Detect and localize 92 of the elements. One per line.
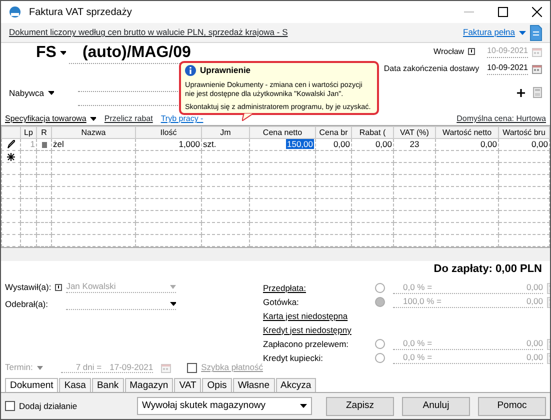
term-date: 17-09-2021 xyxy=(110,362,154,372)
payment-label: Kredyt kupiecki: xyxy=(263,352,324,364)
tooltip-title: Uprawnienie xyxy=(200,66,251,75)
table-cell: 23 xyxy=(410,140,420,149)
table-cell: 0,00 xyxy=(375,140,392,149)
delivery-date-label: Data zakończenia dostawy xyxy=(384,62,480,74)
payment-link[interactable]: Przedpłata: xyxy=(263,282,375,294)
checkbox-label: Dodaj działanie xyxy=(19,400,78,412)
tab[interactable]: Własne xyxy=(232,378,274,392)
checkbox[interactable] xyxy=(5,401,15,411)
column-header[interactable]: Wartość netto xyxy=(436,126,498,138)
column-header[interactable]: Rabat ( xyxy=(352,126,394,138)
payment-amount: 0,00 xyxy=(526,282,543,293)
tab[interactable]: Kasa xyxy=(59,378,91,392)
tab[interactable]: Opis xyxy=(202,378,232,392)
calendar-icon[interactable] xyxy=(161,362,172,373)
document-number: (auto)/MAG/09 xyxy=(82,45,191,61)
asterisk-icon xyxy=(7,152,15,161)
checkbox[interactable] xyxy=(187,362,198,373)
tab[interactable]: Magazyn xyxy=(124,378,174,392)
caret-icon xyxy=(90,117,96,121)
column-header[interactable]: Wartość bru xyxy=(498,126,550,138)
payment-amount: 0,00 xyxy=(526,296,543,307)
invoice-type-link[interactable]: Faktura pełna xyxy=(463,26,526,39)
radio-button[interactable] xyxy=(375,283,385,293)
table-cell: 1,000 xyxy=(178,140,200,149)
info-icon xyxy=(55,284,62,291)
radio-button[interactable] xyxy=(375,339,385,349)
tab[interactable]: Dokument xyxy=(5,378,58,392)
issued-by-label: Wystawił(a): xyxy=(5,281,52,294)
calendar-icon[interactable] xyxy=(532,46,542,56)
default-price-link[interactable]: Domyślna cena: Hurtowa xyxy=(456,113,546,125)
table-cell: żel xyxy=(53,140,64,149)
stock-effect-dropdown[interactable]: Wywołaj skutek magazynowy xyxy=(137,397,312,415)
info-icon xyxy=(185,65,196,76)
caret-icon xyxy=(519,30,526,34)
tab[interactable]: VAT xyxy=(174,378,202,392)
dialog-button[interactable]: Anuluj xyxy=(402,396,470,416)
percent-value: 0,0 % = xyxy=(403,338,432,349)
document-info-link[interactable]: Dokument liczony według cen brutto w walucie PLN, sprzedaż krajowa - S xyxy=(9,26,288,39)
amount-due: Do zapłaty: 0,00 PLN xyxy=(434,262,542,277)
table-cell: 0,00 xyxy=(480,140,497,149)
radio-button[interactable] xyxy=(375,297,385,307)
column-header[interactable]: Jm xyxy=(202,126,250,138)
maximize-icon[interactable] xyxy=(498,7,508,17)
table-cell: 0,00 xyxy=(531,140,548,149)
work-mode-link[interactable]: Tryb pracy - xyxy=(160,113,204,125)
percent-value: 0,0 % = xyxy=(403,352,432,363)
column-header[interactable]: Nazwa xyxy=(52,126,136,138)
table-cell: 0,00 xyxy=(333,140,350,149)
delivery-date-field[interactable]: 10-09-2021 xyxy=(487,62,528,75)
column-header[interactable]: VAT (%) xyxy=(394,126,436,138)
close-icon[interactable] xyxy=(532,7,542,17)
column-header[interactable]: Cena br xyxy=(316,126,352,138)
calculator-icon[interactable] xyxy=(533,87,542,98)
recalculate-discount-link[interactable]: Przelicz rabat xyxy=(104,113,153,125)
tab[interactable]: Bank xyxy=(92,378,124,392)
column-header[interactable]: Ilość xyxy=(136,126,202,138)
dialog-button[interactable]: Pomoc xyxy=(478,396,546,416)
dialog-button[interactable]: Zapisz xyxy=(326,396,394,416)
place-label: Wrocław xyxy=(434,46,464,58)
payment-label: Gotówka: xyxy=(263,296,300,308)
caret-icon xyxy=(170,284,176,289)
payment-amount: 0,00 xyxy=(526,352,543,363)
caret-icon xyxy=(170,302,176,306)
term-days: 7 dni = xyxy=(76,362,102,372)
plus-icon[interactable] xyxy=(517,88,525,96)
caret-icon xyxy=(60,51,66,55)
caret-icon xyxy=(300,404,307,408)
table-cell: 1 xyxy=(30,140,35,149)
calendar-icon[interactable] xyxy=(532,64,542,74)
payment-amount: 0,00 xyxy=(526,338,543,349)
column-header[interactable]: R xyxy=(36,126,52,138)
radio-button[interactable] xyxy=(375,353,385,363)
received-by-label: Odebrał(a): xyxy=(5,298,48,310)
document-type-dropdown[interactable]: FS xyxy=(36,45,66,61)
info-icon xyxy=(468,48,476,55)
table-cell: szt. xyxy=(203,140,216,149)
payment-label: Zapłacono przelewem: xyxy=(263,338,350,350)
payment-link[interactable]: Kredyt jest niedostępny xyxy=(263,324,375,336)
payment-link[interactable]: Karta jest niedostępna xyxy=(263,310,375,322)
buyer-dropdown[interactable]: Nabywca xyxy=(9,80,54,106)
specification-dropdown[interactable]: Specyfikacja towarowa xyxy=(5,113,96,125)
column-header[interactable]: Cena netto xyxy=(250,126,316,138)
app-icon xyxy=(9,6,21,18)
tab[interactable]: Akcyza xyxy=(276,378,316,392)
window-title: Faktura VAT sprzedaży xyxy=(29,6,132,20)
percent-value: 0,0 % = xyxy=(403,282,432,293)
percent-value: 100,0 % = xyxy=(403,296,442,307)
caret-icon xyxy=(36,366,43,370)
column-header[interactable]: Lp xyxy=(20,126,36,138)
caret-icon xyxy=(48,91,54,95)
